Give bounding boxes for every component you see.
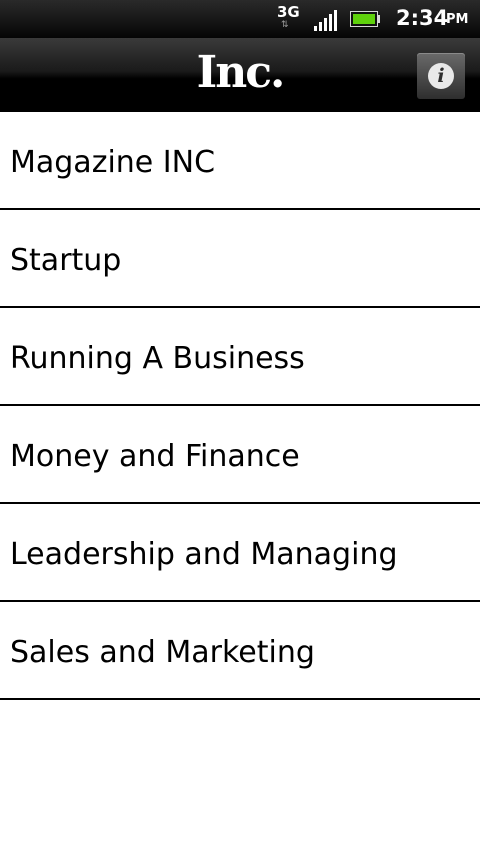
list-item-label: Leadership and Managing (10, 536, 398, 572)
info-icon: i (428, 63, 454, 89)
data-activity-icon: ⇅ (281, 20, 288, 30)
network-type-label: 3G (277, 3, 300, 21)
clock-ampm: PM (446, 12, 469, 27)
list-item-label: Money and Finance (10, 438, 300, 474)
list-item-leadership-and-managing[interactable]: Leadership and Managing (0, 504, 480, 602)
status-bar: 3G ⇅ 2:34 PM (0, 0, 480, 38)
list-item-label: Magazine INC (10, 144, 216, 180)
battery-icon (350, 11, 380, 27)
list-item-startup[interactable]: Startup (0, 210, 480, 308)
list-item-label: Sales and Marketing (10, 634, 315, 670)
list-item-label: Startup (10, 242, 122, 278)
list-item-money-and-finance[interactable]: Money and Finance (0, 406, 480, 504)
signal-strength-icon (314, 9, 344, 31)
list-item-sales-and-marketing[interactable]: Sales and Marketing (0, 602, 480, 700)
list-item-magazine-inc[interactable]: Magazine INC (0, 112, 480, 210)
list-item-running-a-business[interactable]: Running A Business (0, 308, 480, 406)
list-item-label: Running A Business (10, 340, 305, 376)
info-button[interactable]: i (417, 53, 465, 99)
inc-logo: Inc. (196, 47, 286, 98)
clock-time: 2:34 (396, 6, 449, 30)
category-list: Magazine INC Startup Running A Business … (0, 112, 480, 700)
